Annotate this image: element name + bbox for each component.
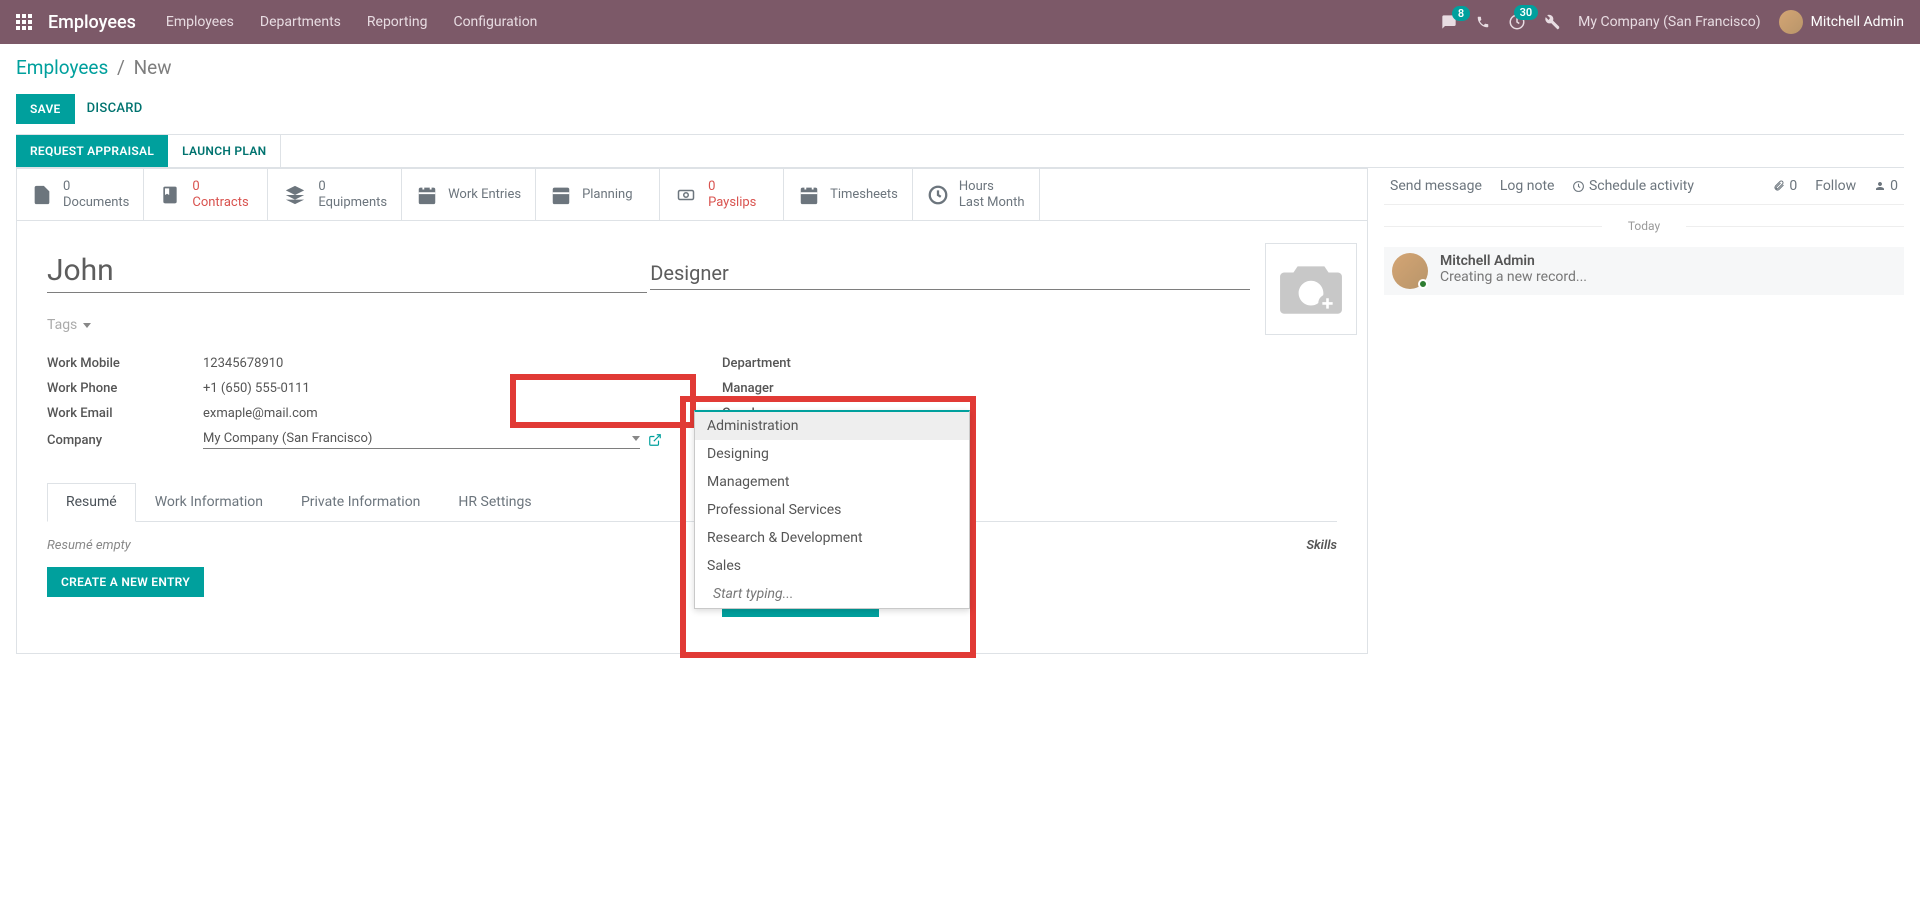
attachments-count[interactable]: 0 (1773, 178, 1797, 194)
discard-button[interactable]: DISCARD (87, 93, 143, 124)
user-avatar-icon (1779, 10, 1803, 34)
stat-button-planning[interactable]: Planning (536, 169, 660, 220)
job-title-input[interactable] (650, 257, 1250, 290)
top-navbar: Employees Employees Departments Reportin… (0, 0, 1920, 44)
chevron-down-icon (83, 323, 91, 328)
stat-button-work-entries[interactable]: Work Entries (402, 169, 536, 220)
stat-button-payslips[interactable]: 0Payslips (660, 169, 784, 220)
external-link-icon[interactable] (648, 433, 662, 447)
status-bar: REQUEST APPRAISAL LAUNCH PLAN (16, 134, 1904, 168)
menu-employees[interactable]: Employees (166, 14, 234, 30)
company-selector[interactable]: My Company (San Francisco) (1578, 14, 1760, 30)
activity-badge: 30 (1514, 5, 1539, 20)
resume-empty-text: Resumé empty (47, 538, 662, 553)
department-dropdown: Administration Designing Management Prof… (694, 410, 970, 609)
page-header: Employees / New SAVE DISCARD (0, 44, 1920, 134)
work-phone-value[interactable]: +1 (650) 555-0111 (203, 381, 662, 396)
user-name: Mitchell Admin (1811, 14, 1904, 30)
form-tabs: Resumé Work Information Private Informat… (47, 483, 1337, 522)
user-menu[interactable]: Mitchell Admin (1779, 10, 1904, 34)
dropdown-item[interactable]: Management (695, 468, 969, 496)
manager-label: Manager (722, 381, 878, 396)
work-email-value[interactable]: exmaple@mail.com (203, 406, 662, 421)
timesheets-icon (798, 184, 820, 206)
stat-button-timesheets[interactable]: Timesheets (784, 169, 913, 220)
stat-buttons: 0Documents 0Contracts 0Equipments Work E… (17, 169, 1367, 221)
contracts-icon (158, 185, 182, 205)
dropdown-item[interactable]: Administration (695, 412, 969, 440)
tab-hr-settings[interactable]: HR Settings (439, 483, 550, 521)
stat-button-contracts[interactable]: 0Contracts (144, 169, 268, 220)
photo-upload[interactable] (1265, 243, 1357, 335)
breadcrumb: Employees / New (16, 56, 1904, 79)
tags-input[interactable]: Tags (47, 317, 207, 334)
hours-icon (927, 184, 949, 206)
menu-configuration[interactable]: Configuration (453, 14, 537, 30)
settings-icon[interactable] (1544, 14, 1560, 30)
launch-plan-button[interactable]: LAUNCH PLAN (168, 135, 280, 167)
menu-departments[interactable]: Departments (260, 14, 341, 30)
payslips-icon (674, 186, 698, 204)
msg-author: Mitchell Admin (1440, 253, 1896, 269)
follow-button[interactable]: Follow (1815, 178, 1856, 194)
send-message-link[interactable]: Send message (1390, 178, 1482, 194)
planning-icon (550, 184, 572, 206)
app-brand[interactable]: Employees (48, 12, 136, 33)
chevron-down-icon (632, 436, 640, 441)
apps-icon[interactable] (16, 14, 32, 30)
tab-private-info[interactable]: Private Information (282, 483, 439, 521)
breadcrumb-root[interactable]: Employees (16, 56, 108, 79)
work-mobile-label: Work Mobile (47, 356, 203, 371)
tab-resume[interactable]: Resumé (47, 483, 136, 522)
form-sheet: 0Documents 0Contracts 0Equipments Work E… (16, 168, 1368, 654)
request-appraisal-button[interactable]: REQUEST APPRAISAL (16, 135, 168, 167)
main-menu: Employees Departments Reporting Configur… (166, 14, 1440, 30)
schedule-activity-link[interactable]: Schedule activity (1572, 178, 1694, 194)
department-label: Department (722, 356, 878, 371)
dropdown-typing-hint: Start typing... (695, 580, 969, 608)
chat-icon[interactable]: 8 (1440, 14, 1458, 30)
stat-button-documents[interactable]: 0Documents (17, 169, 144, 220)
employee-name-input[interactable] (47, 249, 647, 293)
chatter-message: Mitchell Admin Creating a new record... (1384, 247, 1904, 295)
create-resume-entry-button[interactable]: CREATE A NEW ENTRY (47, 567, 204, 597)
dropdown-item[interactable]: Professional Services (695, 496, 969, 524)
equipments-icon (282, 184, 308, 206)
tab-work-info[interactable]: Work Information (136, 483, 282, 521)
breadcrumb-current: New (134, 56, 172, 79)
activity-icon[interactable]: 30 (1508, 13, 1526, 31)
chatter-panel: Send message Log note Schedule activity … (1384, 168, 1904, 654)
work-phone-label: Work Phone (47, 381, 203, 396)
phone-icon[interactable] (1476, 15, 1490, 29)
stat-button-equipments[interactable]: 0Equipments (268, 169, 402, 220)
work-email-label: Work Email (47, 406, 203, 421)
dropdown-item[interactable]: Designing (695, 440, 969, 468)
log-note-link[interactable]: Log note (1500, 178, 1555, 194)
dropdown-item[interactable]: Sales (695, 552, 969, 580)
chatter-today-separator: Today (1384, 219, 1904, 233)
save-button[interactable]: SAVE (16, 94, 75, 124)
work-entries-icon (416, 184, 438, 206)
chat-badge: 8 (1452, 6, 1470, 21)
dropdown-item[interactable]: Research & Development (695, 524, 969, 552)
menu-reporting[interactable]: Reporting (367, 14, 428, 30)
stat-button-hours[interactable]: HoursLast Month (913, 169, 1040, 220)
company-label: Company (47, 433, 203, 448)
followers-count[interactable]: 0 (1874, 178, 1898, 194)
msg-avatar-icon (1392, 253, 1428, 289)
msg-text: Creating a new record... (1440, 269, 1896, 285)
company-value[interactable]: My Company (San Francisco) (203, 431, 640, 449)
work-mobile-value[interactable]: 12345678910 (203, 356, 662, 371)
documents-icon (31, 183, 53, 207)
